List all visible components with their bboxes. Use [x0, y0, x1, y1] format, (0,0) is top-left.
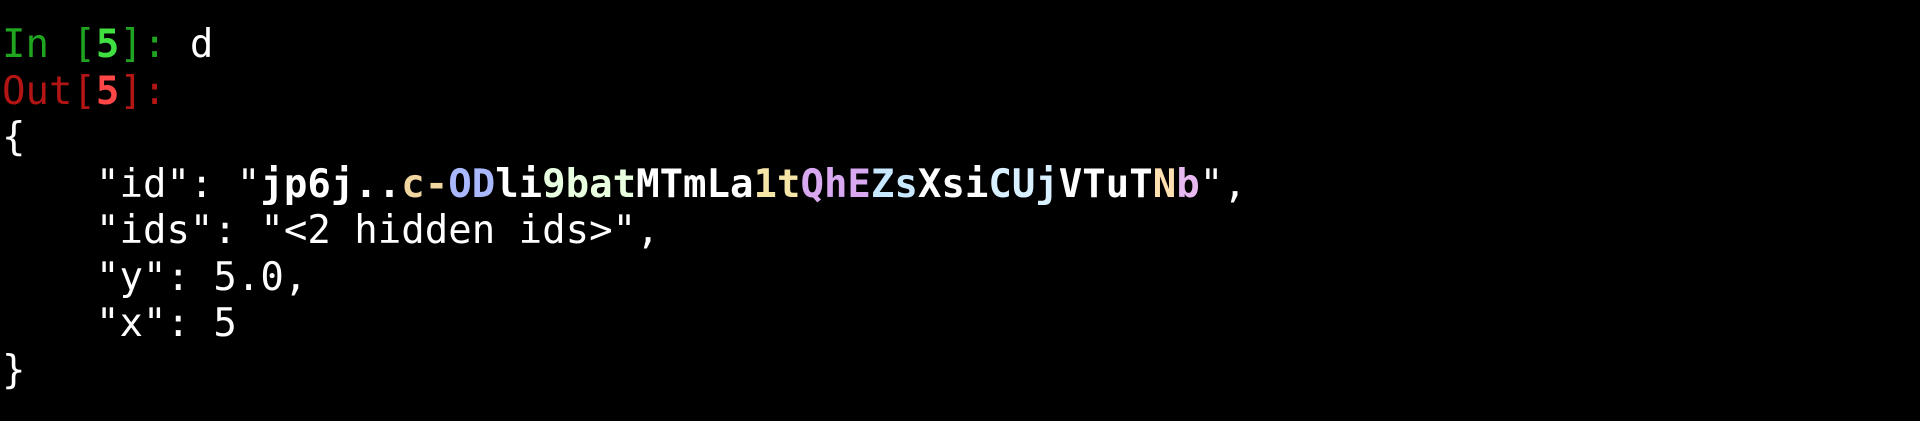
terminal-window: In [5]: d Out[5]: { "id": "jp6j..c-ODli9… [0, 0, 1920, 421]
field-line-x: "x": 5 [0, 301, 1920, 348]
id-value-segment: OD [448, 161, 496, 207]
id-value-segment: 9bat [542, 161, 637, 207]
field-value-y: 5.0 [213, 254, 284, 300]
field-trail-y: , [283, 254, 308, 300]
field-line-ids: "ids": "<2 hidden ids>", [0, 208, 1920, 255]
output-prompt-number: 5 [95, 68, 120, 114]
field-key-y: "y": [96, 254, 214, 300]
input-prompt-prefix: In [ [2, 22, 96, 67]
field-trail-id: , [1223, 161, 1247, 207]
field-value-id: "jp6j..c-ODli9batMTmLa1tQhEZsXsiCUjVTuTN… [237, 162, 1223, 207]
id-value-segment: jp6j.. [260, 161, 402, 207]
id-value-segment: " [1199, 161, 1224, 207]
id-value-segment: Zs [870, 161, 918, 207]
id-value-segment: " [236, 161, 261, 207]
id-value-segment: b [1176, 161, 1200, 207]
id-value-segment: c- [401, 161, 449, 207]
id-value-segment: N [1152, 161, 1177, 207]
id-value-segment: CUj [988, 161, 1059, 207]
output-prompt-suffix: ]: [119, 68, 167, 114]
close-brace: } [2, 347, 26, 393]
field-line-y: "y": 5.0, [0, 255, 1920, 302]
id-value-segment: Xsi [917, 161, 989, 207]
input-command[interactable]: d [190, 22, 213, 67]
field-value-x: 5 [213, 301, 237, 346]
open-brace-line: { [0, 115, 1920, 162]
close-brace-line: } [0, 348, 1920, 395]
field-value-ids: "<2 hidden ids>" [260, 208, 637, 253]
id-value-segment: VTuT [1058, 161, 1153, 207]
id-value-segment: 1t [753, 161, 801, 207]
field-key-id: "id": [96, 161, 237, 207]
output-prompt-line: Out[5]: [0, 69, 1920, 116]
input-prompt-suffix: ]: [119, 22, 190, 67]
field-key-x: "x": [96, 301, 214, 346]
id-value-segment: li [495, 161, 543, 207]
field-line-id: "id": "jp6j..c-ODli9batMTmLa1tQhEZsXsiCU… [0, 162, 1920, 209]
field-key-ids: "ids": [96, 208, 261, 253]
open-brace: { [2, 115, 26, 160]
input-line: In [5]: d [0, 22, 1920, 69]
input-prompt-number: 5 [95, 22, 120, 67]
id-value-segment: MTmLa [636, 161, 754, 207]
field-trail-ids: , [636, 208, 660, 253]
output-prompt-prefix: Out[ [2, 68, 96, 114]
id-value-segment: QhE [800, 161, 871, 207]
